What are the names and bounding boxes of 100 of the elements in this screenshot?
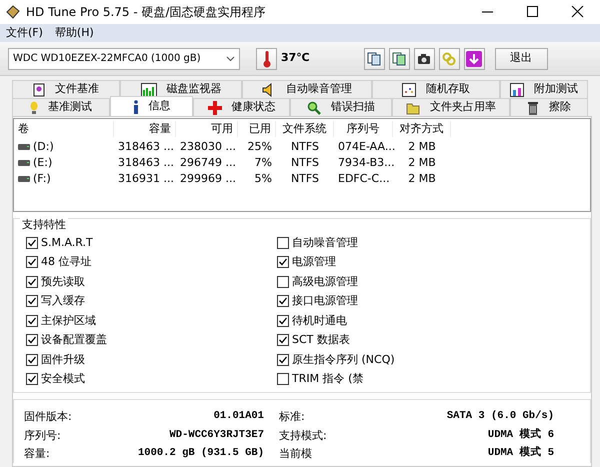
file-icon — [33, 82, 45, 96]
table-cell: (D:) — [14, 139, 114, 156]
tab[interactable]: 错误扫描 — [290, 98, 392, 116]
table-cell-text: 296749 ... — [179, 155, 237, 171]
tab[interactable]: 附加测试 — [500, 80, 588, 98]
checkbox[interactable] — [26, 236, 38, 249]
search-icon — [307, 100, 321, 114]
checkbox-label: 接口电源管理 — [292, 293, 358, 309]
column-header[interactable]: 序列号 — [334, 120, 393, 138]
tab[interactable]: 信息 — [110, 96, 193, 116]
checkbox[interactable] — [277, 236, 289, 249]
menu-item[interactable]: 帮助(H) — [48, 24, 100, 42]
caret-icon — [226, 56, 235, 62]
table-cell-text: NTFS — [290, 155, 320, 171]
exit-button[interactable]: 退出 — [494, 48, 548, 70]
toolbar-button[interactable] — [414, 48, 435, 70]
table-cell-text: 316931 ... — [117, 171, 175, 187]
tab[interactable]: 文件夹占用率 — [392, 98, 510, 116]
bar-chart-icon — [510, 82, 524, 96]
checkbox[interactable] — [277, 314, 289, 327]
field-value: 01.01A01 — [214, 409, 264, 424]
checkbox-label: 自动噪音管理 — [292, 234, 358, 250]
field-value: UDMA 模式 6 — [488, 428, 554, 443]
column-header[interactable]: 容量 — [114, 120, 176, 138]
temperature: 37℃ — [281, 50, 310, 66]
checkbox[interactable] — [26, 295, 38, 308]
table-cell-text: 25% — [246, 139, 273, 155]
checkbox[interactable] — [26, 256, 38, 268]
tab[interactable]: 磁盘监视器 — [120, 80, 242, 98]
table-cell-text: EDFC-C... — [337, 171, 391, 187]
checkbox-label: 主保护区域 — [41, 312, 96, 328]
table-cell-text: 074E-AA... — [337, 139, 393, 155]
checkbox-label: 原生指令序列 (NCQ) — [292, 352, 395, 368]
checkbox[interactable] — [26, 314, 38, 327]
checkbox[interactable] — [277, 295, 289, 308]
checkbox[interactable] — [277, 334, 289, 346]
copy-icon — [392, 52, 406, 66]
field-label: 容量: — [24, 446, 50, 462]
table-cell-text: 5% — [254, 171, 273, 187]
checkbox[interactable] — [277, 354, 289, 366]
table-cell-text: 2 MB — [407, 171, 437, 187]
camera-icon — [417, 52, 432, 64]
field-label: 当前模 — [279, 446, 312, 462]
table-cell-text: NTFS — [290, 171, 320, 187]
lightbulb-icon — [30, 100, 38, 114]
field-value: SATA 3 (6.0 Gb/s) — [446, 409, 554, 424]
menu-item[interactable]: 文件(F) — [0, 24, 49, 42]
scatter-chart-icon — [402, 82, 416, 96]
checkbox-label: TRIM 指令 (禁 — [292, 371, 364, 387]
checkbox[interactable] — [26, 354, 38, 366]
column-header[interactable]: 已用 — [238, 120, 276, 138]
link-icon — [442, 52, 456, 66]
checkbox-label: 电源管理 — [292, 254, 336, 270]
column-header[interactable]: 卷 — [14, 120, 114, 138]
table-cell: (F:) — [14, 171, 114, 188]
bar-chart-icon — [140, 82, 156, 96]
tab[interactable]: 文件基准 — [12, 80, 120, 98]
drive-select[interactable]: WDC WD10EZEX-22MFCA0 (1000 gB) — [8, 48, 240, 70]
tab[interactable]: 健康状态 — [193, 98, 290, 116]
toolbar-button[interactable] — [388, 48, 410, 70]
toolbar-button[interactable] — [364, 48, 385, 70]
info-icon — [132, 100, 138, 114]
checkbox-label: 高级电源管理 — [292, 274, 358, 290]
checkbox-label: S.M.A.R.T — [41, 234, 93, 250]
field-value: 1000.2 gB (931.5 GB) — [138, 446, 264, 462]
table-cell-text: 2 MB — [407, 155, 437, 171]
checkbox[interactable] — [277, 276, 289, 288]
checkbox-label: SCT 数据表 — [292, 332, 350, 348]
checkbox-label: 设备配置覆盖 — [41, 332, 107, 348]
table-cell-text: NTFS — [290, 139, 320, 155]
tab[interactable]: 自动噪音管理 — [242, 80, 372, 98]
tab[interactable]: 随机存取 — [372, 80, 500, 98]
checkbox-label: 安全模式 — [41, 371, 85, 387]
thermometer-icon — [262, 50, 270, 68]
checkbox[interactable] — [26, 373, 38, 386]
table-cell-text: 318463 ... — [117, 139, 175, 155]
checkbox-label: 48 位寻址 — [41, 254, 92, 270]
field-label: 支持模式: — [279, 428, 327, 444]
table-cell-text: 2 MB — [407, 139, 437, 155]
field-label: 序列号: — [24, 428, 61, 444]
checkbox-label: 固件升级 — [41, 352, 85, 368]
checkbox[interactable] — [26, 276, 38, 288]
checkbox-label: 预先读取 — [41, 274, 85, 290]
checkbox[interactable] — [277, 373, 289, 386]
column-header[interactable]: 对齐方式 — [393, 120, 451, 138]
checkbox-label: 写入缓存 — [41, 293, 85, 309]
tab[interactable]: 基准测试 — [12, 98, 110, 116]
table-cell-text: 318463 ... — [117, 155, 175, 171]
copy-icon — [367, 52, 382, 66]
checkbox[interactable] — [277, 256, 289, 268]
column-header[interactable]: 文件系统 — [276, 120, 334, 138]
download-icon — [466, 50, 482, 66]
column-header[interactable]: 可用 — [176, 120, 238, 138]
drive-icon — [18, 160, 30, 166]
tab[interactable]: 擦除 — [510, 98, 588, 116]
drive-icon — [18, 176, 30, 182]
checkbox[interactable] — [26, 334, 38, 346]
field-value: UDMA 模式 5 — [488, 446, 554, 462]
temperature-button[interactable] — [256, 48, 277, 70]
table-cell-text: 299969 ... — [179, 171, 237, 187]
